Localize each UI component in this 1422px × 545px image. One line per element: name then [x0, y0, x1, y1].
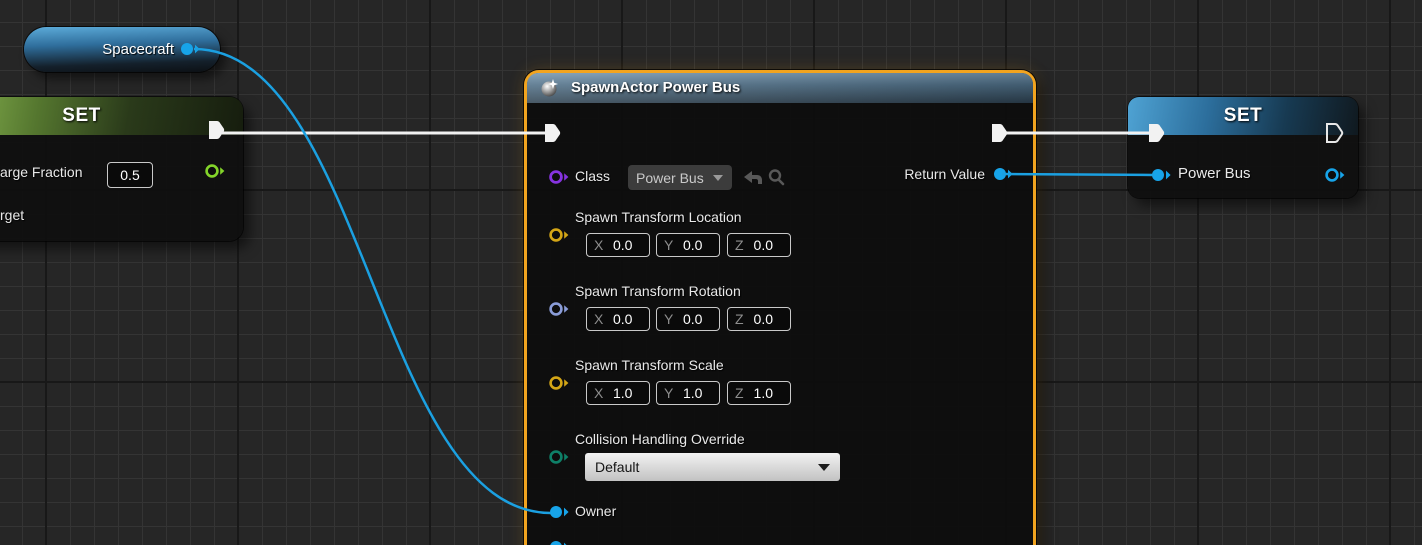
- scale-y-field[interactable]: Y 1.0: [656, 381, 720, 405]
- power-bus-label: Power Bus: [1178, 165, 1251, 182]
- exec-output-pin[interactable]: [989, 122, 1009, 144]
- data-wire-spacecraft-to-owner[interactable]: [194, 49, 551, 513]
- return-value-output-pin[interactable]: [992, 166, 1014, 182]
- node-spawn-actor-power-bus[interactable]: SpawnActor Power Bus Class Power Bus Ret…: [524, 70, 1036, 545]
- exec-input-pin[interactable]: [1146, 122, 1166, 144]
- class-dropdown-value: Power Bus: [636, 170, 704, 186]
- location-y-field[interactable]: Y 0.0: [656, 233, 720, 257]
- class-search-icon[interactable]: [767, 168, 785, 186]
- exec-output-pin[interactable]: [206, 119, 226, 141]
- power-bus-input-pin[interactable]: [1150, 167, 1172, 183]
- collision-handling-dropdown[interactable]: Default: [585, 453, 840, 481]
- spawn-transform-scale-pin[interactable]: [548, 375, 570, 391]
- spawn-transform-rotation-pin[interactable]: [548, 301, 570, 317]
- instigator-input-pin[interactable]: [548, 539, 570, 545]
- rotation-y-field[interactable]: Y 0.0: [656, 307, 720, 331]
- charge-fraction-output-pin[interactable]: [204, 163, 226, 179]
- spawn-transform-location-label: Spawn Transform Location: [575, 209, 742, 225]
- graph-canvas[interactable]: Spacecraft SET arge Fraction 0.5 rget: [0, 0, 1422, 545]
- return-value-label: Return Value: [857, 166, 985, 182]
- spacecraft-output-pin[interactable]: [179, 41, 201, 57]
- node-set-power-bus[interactable]: SET Power Bus: [1128, 97, 1358, 198]
- node-set-charge-fraction[interactable]: SET arge Fraction 0.5 rget: [0, 97, 243, 241]
- class-input-pin[interactable]: [548, 169, 570, 185]
- dropdown-arrow-icon: [713, 175, 723, 181]
- variable-name-label: Spacecraft: [24, 27, 174, 72]
- spawn-node-title: SpawnActor Power Bus: [571, 73, 740, 103]
- collision-handling-override-label: Collision Handling Override: [575, 431, 745, 447]
- rotation-x-field[interactable]: X 0.0: [586, 307, 650, 331]
- power-bus-output-pin[interactable]: [1324, 167, 1346, 183]
- reset-to-default-icon[interactable]: [743, 170, 763, 185]
- collision-dropdown-value: Default: [595, 459, 639, 475]
- charge-fraction-label: arge Fraction: [0, 164, 82, 180]
- collision-handling-override-pin[interactable]: [548, 449, 570, 465]
- spawn-transform-scale-label: Spawn Transform Scale: [575, 357, 724, 373]
- class-label: Class: [575, 168, 610, 184]
- owner-input-pin[interactable]: [548, 504, 570, 520]
- dropdown-arrow-icon: [818, 464, 830, 471]
- rotation-z-field[interactable]: Z 0.0: [727, 307, 791, 331]
- node-spacecraft-getter[interactable]: Spacecraft: [24, 27, 220, 72]
- spawn-transform-location-pin[interactable]: [548, 227, 570, 243]
- owner-label: Owner: [575, 503, 616, 519]
- spawn-transform-rotation-label: Spawn Transform Rotation: [575, 283, 741, 299]
- target-label: rget: [0, 207, 24, 223]
- scale-z-field[interactable]: Z 1.0: [727, 381, 791, 405]
- spawn-actor-icon: [540, 79, 559, 98]
- location-z-field[interactable]: Z 0.0: [727, 233, 791, 257]
- location-x-field[interactable]: X 0.0: [586, 233, 650, 257]
- scale-x-field[interactable]: X 1.0: [586, 381, 650, 405]
- class-dropdown[interactable]: Power Bus: [628, 165, 732, 190]
- exec-output-pin[interactable]: [1324, 122, 1344, 144]
- charge-fraction-value-field[interactable]: 0.5: [107, 162, 153, 188]
- exec-input-pin[interactable]: [542, 122, 562, 144]
